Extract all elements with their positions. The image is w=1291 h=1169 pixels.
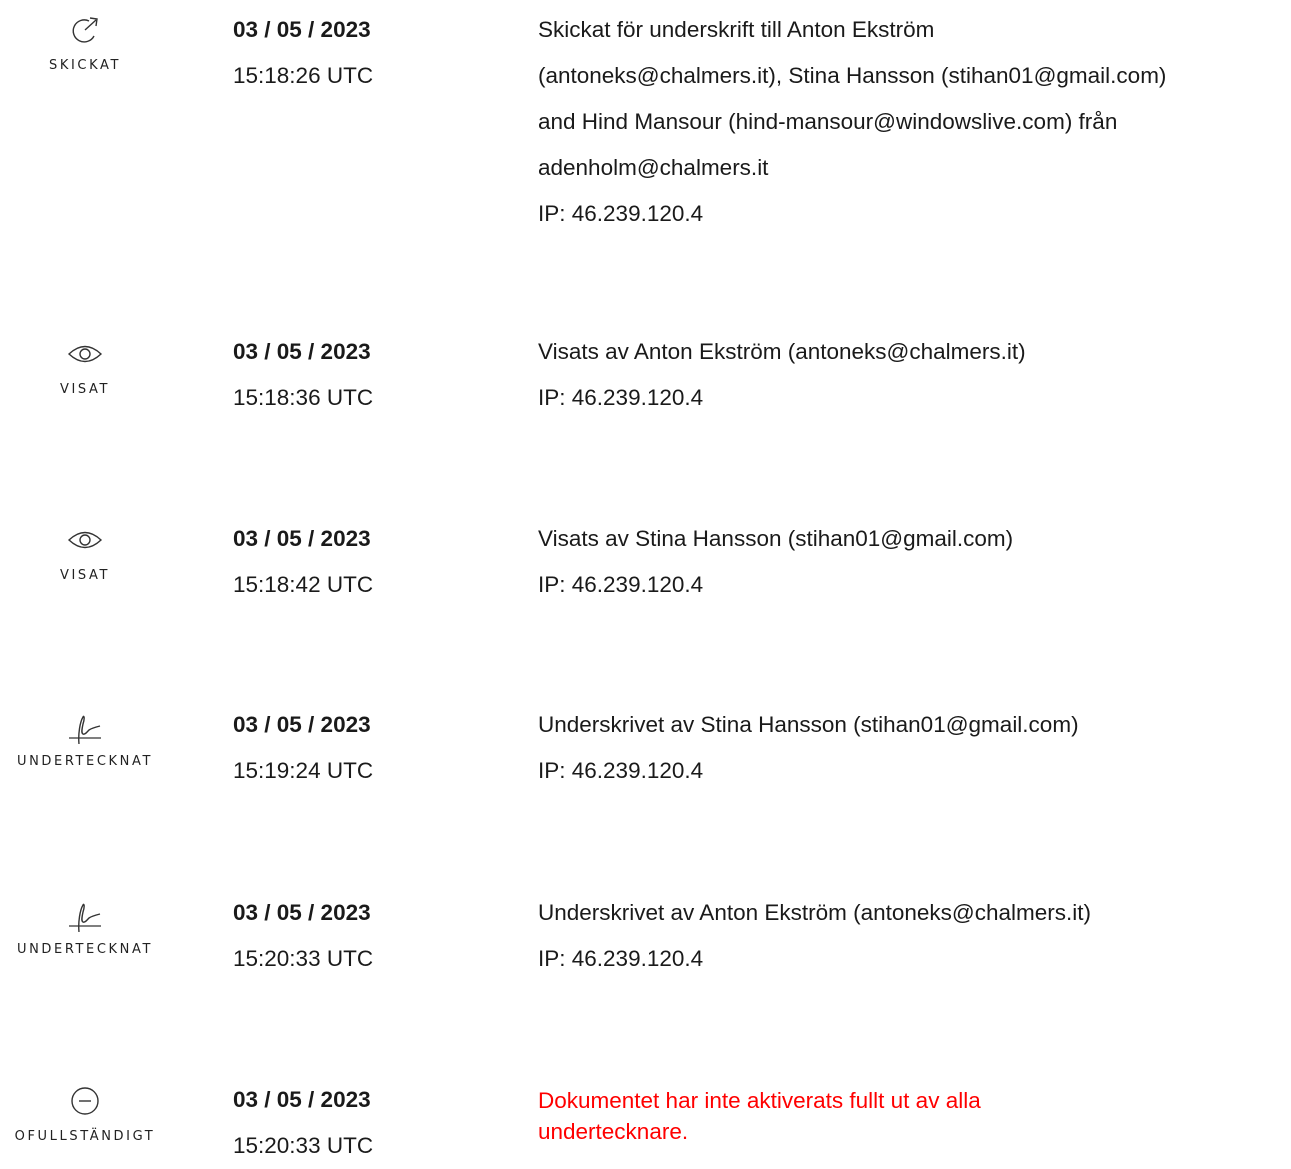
- event-time: 15:19:24 UTC: [233, 758, 374, 783]
- incomplete-warning-text: Dokumentet har inte aktiverats fullt ut …: [538, 1088, 981, 1144]
- event-time: 15:18:26 UTC: [233, 63, 374, 88]
- description-line: Visats av Stina Hansson (stihan01@gmail.…: [538, 526, 1014, 551]
- event-status-cell: VISAT: [0, 336, 170, 397]
- event-status-cell: OFULLSTÄNDIGT: [0, 1083, 170, 1144]
- event-date: 03 / 05 / 2023: [233, 526, 371, 551]
- event-status-cell: UNDERTECKNAT: [0, 708, 170, 769]
- description-ip: IP: 46.239.120.4: [538, 572, 704, 597]
- share-arrow-icon: [72, 17, 98, 43]
- event-description: Visats av Anton Ekström (antoneks@chalme…: [538, 329, 1288, 421]
- description-line: (antoneks@chalmers.it), Stina Hansson (s…: [538, 63, 1167, 88]
- event-status-label: UNDERTECKNAT: [16, 942, 154, 957]
- event-time: 15:18:42 UTC: [233, 572, 374, 597]
- event-date: 03 / 05 / 2023: [233, 900, 371, 925]
- signature-icon: [69, 715, 101, 744]
- event-description: Underskrivet av Anton Ekström (antoneks@…: [538, 890, 1288, 982]
- description-line: Visats av Anton Ekström (antoneks@chalme…: [538, 339, 1026, 364]
- event-time: 15:20:33 UTC: [233, 946, 374, 971]
- event-status-cell: SKICKAT: [0, 12, 170, 73]
- event-date: 03 / 05 / 2023: [233, 1087, 371, 1112]
- event-time: 15:20:33 UTC: [233, 1133, 374, 1158]
- event-status-label: VISAT: [59, 568, 111, 583]
- eye-icon: [67, 531, 103, 549]
- description-line: Skickat för underskrift till Anton Ekstr…: [538, 17, 935, 42]
- event-description: Underskrivet av Stina Hansson (stihan01@…: [538, 702, 1288, 794]
- event-date: 03 / 05 / 2023: [233, 17, 371, 42]
- event-status-cell: UNDERTECKNAT: [0, 896, 170, 957]
- description-line: Underskrivet av Stina Hansson (stihan01@…: [538, 712, 1079, 737]
- description-line: and Hind Mansour (hind-mansour@windowsli…: [538, 109, 1118, 134]
- event-status-label: VISAT: [59, 382, 111, 397]
- description-ip: IP: 46.239.120.4: [538, 201, 704, 226]
- description-line: adenholm@chalmers.it: [538, 155, 769, 180]
- event-description: Skickat för underskrift till Anton Ekstr…: [538, 7, 1288, 237]
- description-ip: IP: 46.239.120.4: [538, 758, 704, 783]
- description-ip: IP: 46.239.120.4: [538, 385, 704, 410]
- event-date: 03 / 05 / 2023: [233, 712, 371, 737]
- event-status-label: UNDERTECKNAT: [16, 754, 154, 769]
- event-status-label: OFULLSTÄNDIGT: [14, 1129, 156, 1144]
- event-description: Dokumentet har inte aktiverats fullt ut …: [538, 1085, 1288, 1147]
- event-date: 03 / 05 / 2023: [233, 339, 371, 364]
- minus-circle-icon: [71, 1087, 99, 1115]
- event-time: 15:18:36 UTC: [233, 385, 374, 410]
- event-status-cell: VISAT: [0, 522, 170, 583]
- event-description: Visats av Stina Hansson (stihan01@gmail.…: [538, 516, 1288, 608]
- signature-icon: [69, 903, 101, 932]
- event-status-label: SKICKAT: [48, 58, 121, 73]
- description-line: Underskrivet av Anton Ekström (antoneks@…: [538, 900, 1092, 925]
- eye-icon: [67, 345, 103, 363]
- description-ip: IP: 46.239.120.4: [538, 946, 704, 971]
